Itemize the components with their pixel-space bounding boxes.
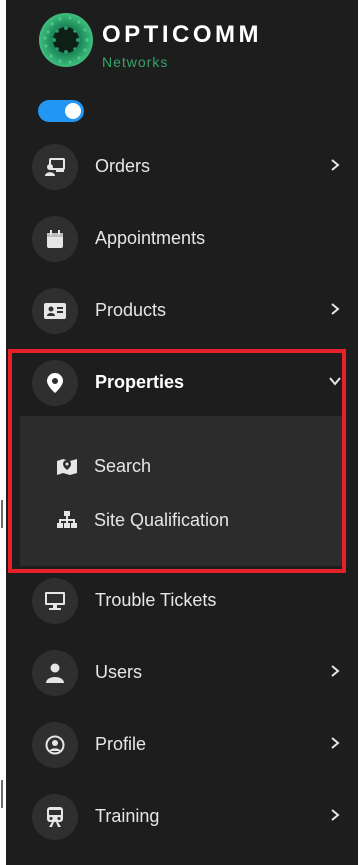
nav-item-training[interactable]: Training <box>6 786 358 850</box>
sidebar-toggle[interactable] <box>38 100 84 122</box>
user-circle-icon <box>32 722 78 768</box>
brand-name: OPTICOMM <box>102 21 262 48</box>
chevron-right-icon <box>331 665 340 677</box>
nav-item-users[interactable]: Users <box>6 642 358 706</box>
nav-label-trouble-tickets: Trouble Tickets <box>95 590 217 610</box>
chevron-right-icon <box>331 303 340 315</box>
train-icon <box>32 794 78 840</box>
nav-label-training: Training <box>95 806 160 826</box>
nav-item-appointments[interactable]: Appointments <box>6 208 358 272</box>
id-card-icon <box>32 288 78 334</box>
page-right-edge <box>358 0 364 865</box>
chevron-right-icon <box>331 737 340 749</box>
edge-mark <box>1 500 3 528</box>
calendar-icon <box>32 216 78 262</box>
nav-label-users: Users <box>95 662 143 682</box>
edge-mark <box>1 780 3 808</box>
highlight-annotation-box <box>8 349 346 573</box>
nav-label-orders: Orders <box>95 156 151 176</box>
brand-logo[interactable]: OPTICOMM Networks <box>38 12 338 72</box>
nav-item-trouble-tickets[interactable]: Trouble Tickets <box>6 570 358 634</box>
chevron-right-icon <box>331 159 340 171</box>
toggle-knob <box>65 103 81 119</box>
chevron-right-icon <box>331 809 340 821</box>
desk-user-icon <box>32 144 78 190</box>
nav-item-profile[interactable]: Profile <box>6 714 358 778</box>
nav-item-orders[interactable]: Orders <box>6 136 358 200</box>
nav-label-appointments: Appointments <box>95 228 206 248</box>
nav-label-profile: Profile <box>95 734 147 754</box>
opticomm-logo-mark <box>39 13 93 67</box>
nav-item-products[interactable]: Products <box>6 280 358 344</box>
nav-label-products: Products <box>95 300 167 320</box>
monitor-icon <box>32 578 78 624</box>
brand-subtitle: Networks <box>102 54 169 70</box>
user-icon <box>32 650 78 696</box>
